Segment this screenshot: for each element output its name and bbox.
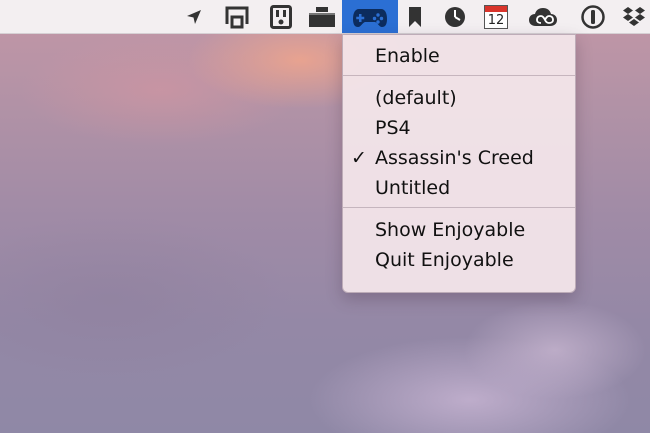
bookmark-icon	[409, 6, 421, 27]
menu-item-label: Show Enjoyable	[375, 219, 526, 241]
password-manager-status-item[interactable]	[578, 0, 608, 33]
airplay-status-item[interactable]	[222, 0, 252, 33]
menu-bar: 12	[0, 0, 650, 34]
creative-cloud-icon	[529, 7, 557, 26]
power-outlet-status-item[interactable]	[266, 0, 296, 33]
menu-separator	[343, 207, 575, 208]
bookmark-status-item[interactable]	[402, 0, 428, 33]
menu-item-mapping-ps4[interactable]: PS4	[343, 113, 575, 143]
menu-item-enable[interactable]: Enable	[343, 41, 575, 71]
password-keyhole-icon	[581, 4, 605, 29]
checkmark-icon: ✓	[351, 147, 367, 169]
enjoyable-status-item[interactable]	[342, 0, 398, 33]
menu-item-mapping-assassins-creed[interactable]: ✓ Assassin's Creed	[343, 143, 575, 173]
menu-item-mapping-untitled[interactable]: Untitled	[343, 173, 575, 203]
archive-status-item[interactable]	[306, 0, 338, 33]
menu-item-label: (default)	[375, 87, 457, 109]
dropbox-status-item[interactable]	[618, 0, 650, 33]
archive-box-icon	[309, 6, 335, 27]
menu-item-show-enjoyable[interactable]: Show Enjoyable	[343, 215, 575, 245]
airplay-icon	[225, 6, 249, 28]
calendar-icon: 12	[484, 4, 508, 29]
menu-item-quit-enjoyable[interactable]: Quit Enjoyable	[343, 245, 575, 275]
enjoyable-dropdown-menu: Enable (default) PS4 ✓ Assassin's Creed …	[342, 34, 576, 293]
power-outlet-icon	[270, 4, 292, 29]
menu-separator	[343, 75, 575, 76]
clock-icon	[445, 6, 465, 27]
creative-cloud-status-item[interactable]	[526, 0, 560, 33]
menu-item-label: Enable	[375, 45, 440, 67]
desktop-wallpaper: 12 Enable (default) PS4 ✓ Assassin's Cre…	[0, 0, 650, 433]
menu-item-label: PS4	[375, 117, 411, 139]
calendar-day: 12	[487, 12, 505, 28]
clock-status-item[interactable]	[440, 0, 470, 33]
location-arrow-icon	[187, 9, 201, 24]
gamepad-icon	[353, 8, 387, 27]
menu-item-label: Quit Enjoyable	[375, 249, 514, 271]
calendar-status-item[interactable]: 12	[480, 0, 512, 33]
menu-item-mapping-default[interactable]: (default)	[343, 83, 575, 113]
menu-item-label: Untitled	[375, 177, 451, 199]
dropbox-icon	[623, 6, 645, 26]
menu-item-label: Assassin's Creed	[375, 147, 534, 169]
location-status-item[interactable]	[180, 0, 208, 33]
